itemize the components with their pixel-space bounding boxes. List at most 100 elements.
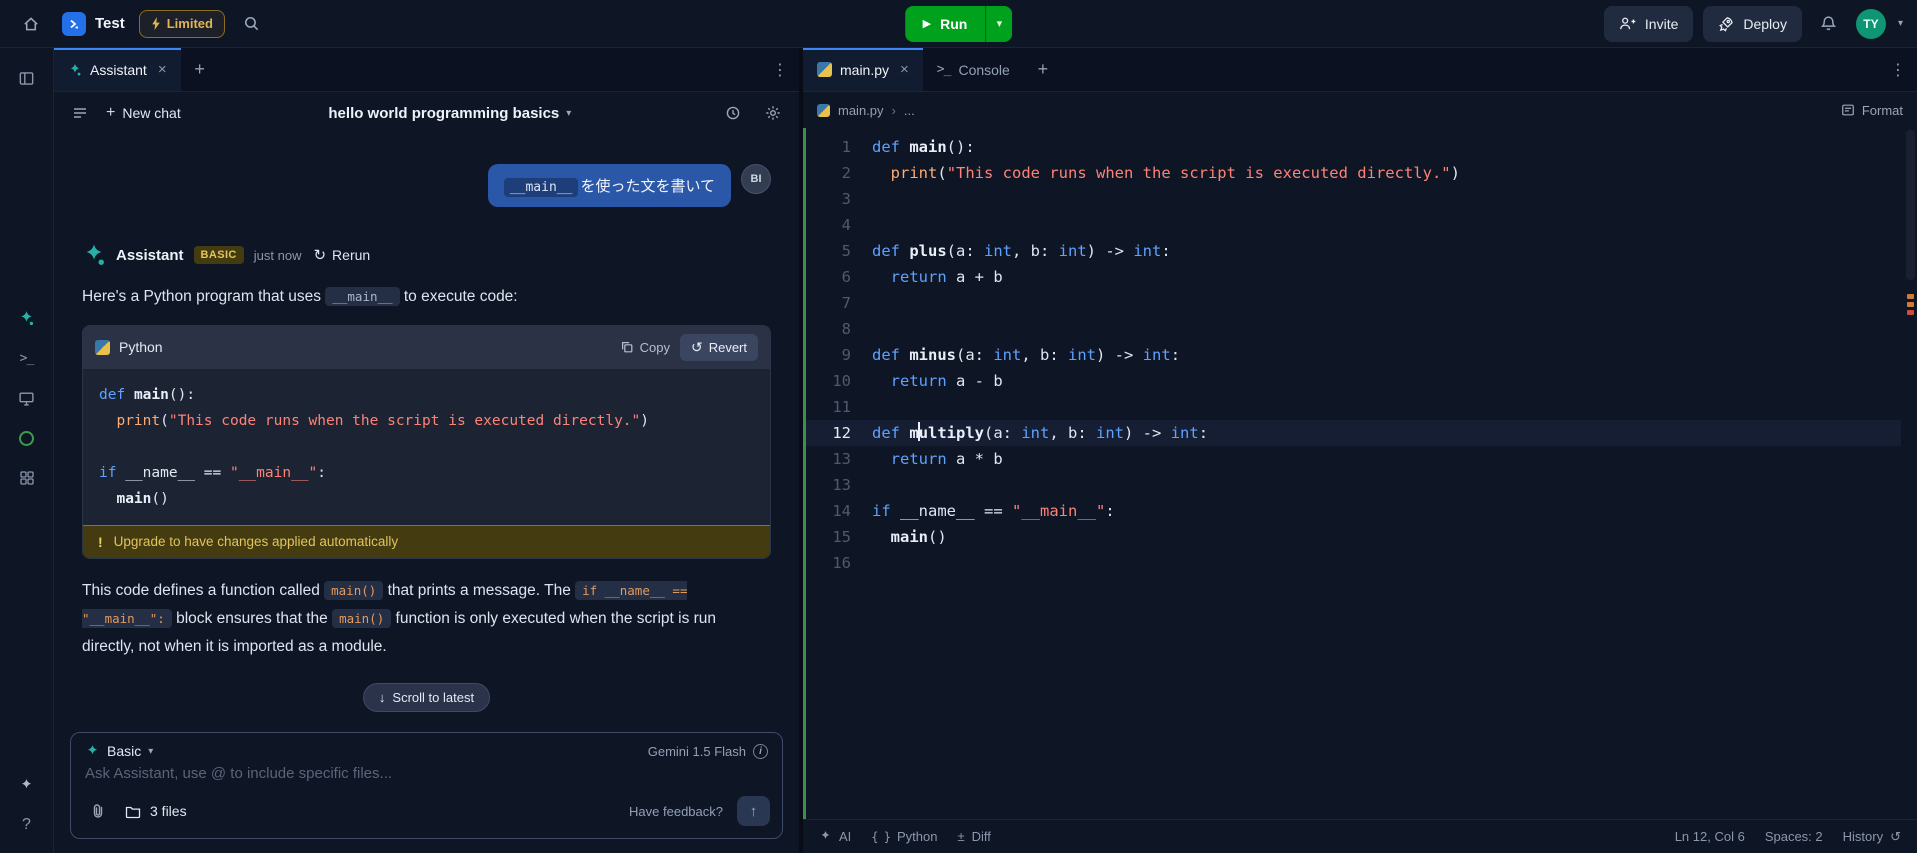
run-options-button[interactable]: ▾: [985, 5, 1013, 42]
chat-list-button[interactable]: [66, 99, 94, 127]
ai-spark-icon: [819, 830, 832, 843]
editor-line[interactable]: 7: [806, 290, 1901, 316]
assistant-prompt-input[interactable]: [85, 765, 768, 782]
editor-panel-menu-button[interactable]: ⋮: [1879, 48, 1917, 91]
chat-title-selector[interactable]: hello world programming basics ▾: [193, 105, 707, 122]
project-chip[interactable]: Test: [58, 11, 129, 36]
copy-button-label: Copy: [639, 339, 670, 355]
close-tab-button[interactable]: ×: [158, 62, 167, 77]
context-files-button[interactable]: 3 files: [125, 803, 187, 819]
account-menu-chevron-icon[interactable]: ▾: [1898, 18, 1903, 29]
help-button[interactable]: ?: [9, 807, 45, 843]
rocket-icon: [1718, 16, 1734, 32]
search-button[interactable]: [235, 7, 269, 41]
send-button[interactable]: ↑: [737, 796, 770, 826]
editor-line[interactable]: 2 print("This code runs when the script …: [806, 160, 1901, 186]
model-tier-selector[interactable]: Basic ▾: [85, 743, 153, 759]
home-button[interactable]: [14, 7, 48, 41]
tab-assistant[interactable]: Assistant ×: [54, 48, 181, 91]
tab-console[interactable]: >_ Console: [923, 48, 1024, 91]
notifications-button[interactable]: [1812, 7, 1846, 41]
chevron-down-icon: ▾: [996, 18, 1003, 30]
invite-button[interactable]: Invite: [1603, 5, 1694, 42]
editor-line[interactable]: 8: [806, 316, 1901, 342]
apps-tool-button[interactable]: [9, 460, 45, 496]
attach-button[interactable]: [85, 798, 111, 824]
plus-icon: +: [106, 104, 116, 121]
topbar-right: Invite Deploy TY ▾: [1603, 5, 1903, 42]
overview-ruler-mark: [1907, 294, 1914, 299]
avatar-initials: TY: [1863, 16, 1879, 31]
python-icon: [95, 339, 110, 355]
line-number: 2: [841, 164, 851, 182]
new-tab-button[interactable]: +: [181, 48, 219, 91]
format-button-label: Format: [1861, 102, 1903, 118]
down-arrow-icon: ↓: [378, 689, 386, 705]
list-icon: [72, 105, 88, 121]
files-tool-button[interactable]: [9, 60, 45, 96]
editor-line[interactable]: 10 return a - b: [806, 368, 1901, 394]
assistant-settings-button[interactable]: [759, 99, 787, 127]
text-segment: to execute code:: [399, 288, 518, 305]
cursor-position-indicator[interactable]: Ln 12, Col 6: [1675, 829, 1745, 844]
warning-icon: !: [98, 533, 103, 550]
feedback-link[interactable]: Have feedback?: [629, 804, 723, 819]
editor-line[interactable]: 14 if __name__ == "__main__":: [806, 498, 1901, 524]
assistant-panel-menu-button[interactable]: ⋮: [761, 48, 799, 91]
code-editor[interactable]: 1 def main(): 2 print("This code runs when…: [803, 128, 1917, 819]
shell-tool-button[interactable]: >_: [9, 340, 45, 376]
user-avatar[interactable]: TY: [1855, 8, 1886, 39]
code-text: def main():: [872, 138, 975, 156]
editor-line[interactable]: 3: [806, 186, 1901, 212]
close-tab-button[interactable]: ×: [900, 62, 909, 77]
basic-badge: BASIC: [193, 246, 244, 264]
assistant-tool-button[interactable]: [9, 300, 45, 336]
rerun-button[interactable]: ↻ Rerun: [313, 246, 370, 264]
copy-button[interactable]: Copy: [620, 340, 670, 355]
editor-line[interactable]: 11: [806, 394, 1901, 420]
history-icon: [725, 105, 741, 121]
editor-line[interactable]: 13 return a * b: [806, 446, 1901, 472]
editor-line[interactable]: 12 def multiply(a: int, b: int) -> int:: [806, 420, 1901, 446]
tab-main-py[interactable]: main.py ×: [803, 48, 923, 91]
editor-line[interactable]: 1 def main():: [806, 134, 1901, 160]
deploy-button[interactable]: Deploy: [1703, 5, 1802, 42]
inline-code-chip: __main__: [325, 287, 400, 306]
ports-tool-button[interactable]: [9, 420, 45, 456]
line-number: 6: [841, 268, 851, 286]
breadcrumb-file[interactable]: main.py: [838, 103, 884, 118]
run-button[interactable]: ▶ Run: [904, 5, 986, 42]
scrollbar-thumb[interactable]: [1906, 130, 1915, 280]
breadcrumb-more[interactable]: ...: [904, 103, 915, 118]
history-button[interactable]: History ↺: [1843, 829, 1901, 845]
editor-line[interactable]: 9 def minus(a: int, b: int) -> int:: [806, 342, 1901, 368]
assistant-spark-icon: [18, 310, 35, 327]
editor-line[interactable]: 13: [806, 472, 1901, 498]
limited-badge[interactable]: Limited: [138, 9, 225, 38]
upgrade-warning-banner[interactable]: ! Upgrade to have changes applied automa…: [83, 524, 770, 558]
editor-line[interactable]: 15 main(): [806, 524, 1901, 550]
model-info[interactable]: Gemini 1.5 Flash i: [648, 743, 768, 759]
new-chat-button[interactable]: + New chat: [106, 104, 181, 122]
editor-line[interactable]: 6 return a + b: [806, 264, 1901, 290]
webview-tool-button[interactable]: [9, 380, 45, 416]
whats-new-button[interactable]: [9, 767, 45, 803]
revert-button[interactable]: ↺ Revert: [679, 333, 758, 361]
format-button[interactable]: Format: [1841, 103, 1903, 118]
diff-toggle-button[interactable]: ± Diff: [957, 829, 990, 844]
overview-ruler[interactable]: [1905, 128, 1915, 819]
chat-history-button[interactable]: [719, 99, 747, 127]
editor-line[interactable]: 16: [806, 550, 1901, 576]
scroll-to-latest-button[interactable]: ↓ Scroll to latest: [362, 682, 491, 712]
new-tab-button[interactable]: +: [1024, 48, 1062, 91]
editor-line[interactable]: 5 def plus(a: int, b: int) -> int:: [806, 238, 1901, 264]
ai-status-button[interactable]: AI: [819, 829, 851, 844]
diff-icon: ±: [957, 829, 965, 844]
editor-line[interactable]: 4: [806, 212, 1901, 238]
language-status-button[interactable]: { } Python: [871, 829, 937, 844]
indentation-indicator[interactable]: Spaces: 2: [1765, 829, 1823, 844]
chat-message-area[interactable]: __main__ を使った文を書いて BI Assistant BASIC jus…: [54, 134, 799, 726]
sparkle-icon: [19, 778, 34, 793]
limited-badge-label: Limited: [166, 16, 213, 31]
line-number: 13: [832, 476, 851, 494]
